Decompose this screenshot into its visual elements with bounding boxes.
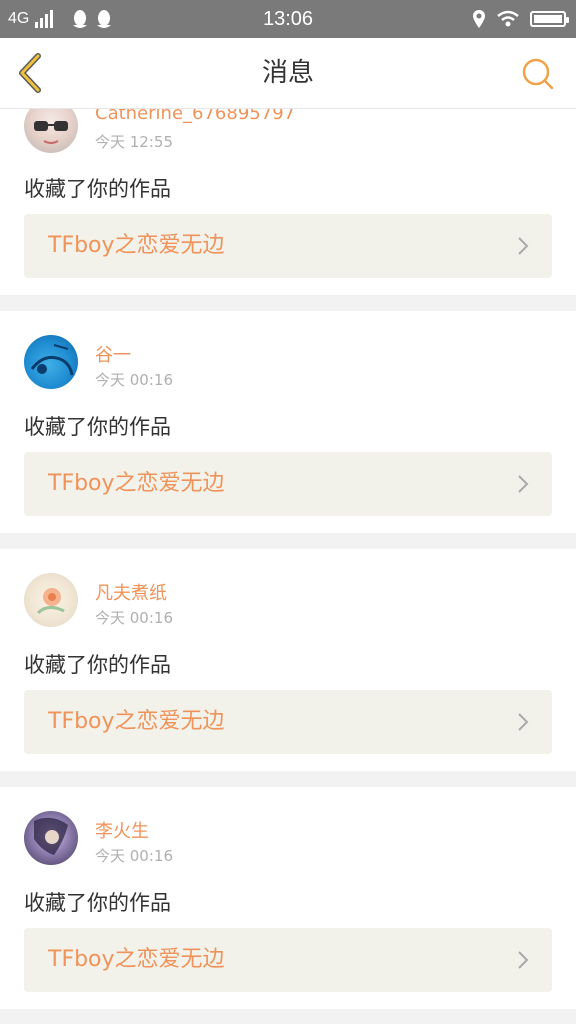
message-item: Catherine_676895797 今天 12:55 收藏了你的作品 TFb…	[0, 95, 576, 295]
search-icon[interactable]	[520, 56, 556, 92]
timestamp: 今天 00:16	[95, 609, 173, 627]
username[interactable]: 李火生	[95, 817, 149, 843]
chevron-right-icon	[518, 475, 529, 493]
app-header: 消息	[0, 38, 576, 109]
timestamp: 今天 00:16	[95, 371, 173, 389]
timestamp: 今天 12:55	[95, 133, 173, 151]
action-text: 收藏了你的作品	[24, 653, 171, 677]
action-text: 收藏了你的作品	[24, 415, 171, 439]
work-title: TFboy之恋爱无边	[48, 947, 225, 972]
message-item: 凡夫煮纸 今天 00:16 收藏了你的作品 TFboy之恋爱无边	[0, 549, 576, 771]
avatar-image	[34, 817, 68, 855]
work-link[interactable]: TFboy之恋爱无边	[24, 452, 552, 516]
work-link[interactable]: TFboy之恋爱无边	[24, 928, 552, 992]
work-title: TFboy之恋爱无边	[48, 233, 225, 258]
chevron-right-icon	[518, 951, 529, 969]
avatar-image	[30, 344, 74, 376]
location-icon	[473, 10, 485, 28]
avatar[interactable]	[24, 335, 78, 389]
avatar[interactable]	[24, 811, 78, 865]
work-title: TFboy之恋爱无边	[48, 471, 225, 496]
action-text: 收藏了你的作品	[24, 177, 171, 201]
work-title: TFboy之恋爱无边	[48, 709, 225, 734]
work-link[interactable]: TFboy之恋爱无边	[24, 690, 552, 754]
avatar-image	[36, 588, 65, 615]
action-text: 收藏了你的作品	[24, 891, 171, 915]
avatar[interactable]	[24, 573, 78, 627]
wifi-icon	[497, 10, 519, 27]
message-list: Catherine_676895797 今天 12:55 收藏了你的作品 TFb…	[0, 0, 576, 1024]
message-item: 谷一 今天 00:16 收藏了你的作品 TFboy之恋爱无边	[0, 311, 576, 533]
battery-icon	[530, 11, 569, 27]
username[interactable]: 谷一	[95, 341, 131, 367]
message-item: 李火生 今天 00:16 收藏了你的作品 TFboy之恋爱无边	[0, 787, 576, 1009]
username[interactable]: 凡夫煮纸	[95, 579, 167, 605]
status-bar: 4G 13:06	[0, 0, 576, 38]
work-link[interactable]: TFboy之恋爱无边	[24, 214, 552, 278]
chevron-right-icon	[518, 237, 529, 255]
page-title: 消息	[261, 58, 314, 88]
battery-level	[534, 15, 562, 23]
chevron-right-icon	[518, 713, 529, 731]
timestamp: 今天 00:16	[95, 847, 173, 865]
